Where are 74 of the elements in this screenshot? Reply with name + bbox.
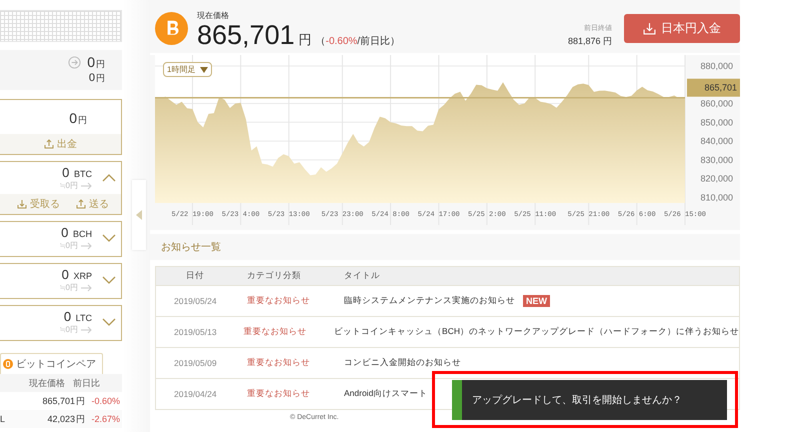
notice-row[interactable]: 2019/05/13 重要なお知らせ ビットコインキャッシュ（BCH）のネットワークアップグレード（ハードフォーク）に伴うお知らせ — [156, 316, 739, 347]
current-price-tag: 865,701 — [687, 78, 740, 97]
pair-name: L — [0, 414, 6, 424]
caret-down-icon[interactable] — [102, 276, 116, 284]
notice-title: コンビニ入金開始のお知らせ — [344, 357, 461, 369]
triangle-left-icon — [136, 210, 142, 220]
arrow-right-icon[interactable] — [81, 182, 92, 190]
dropdown-triangle-icon — [200, 66, 208, 72]
download-icon — [17, 199, 27, 209]
category-cell-text: 重要なお知らせ — [246, 388, 311, 400]
prev-close-value: 881,876 円 — [568, 35, 612, 48]
y-tick-label: 840,000 — [700, 136, 733, 146]
change-cell-text: -2.67% — [90, 414, 120, 424]
y-tick-label: 860,000 — [700, 98, 733, 109]
jpy-amount: 0 円 — [69, 110, 87, 128]
notice-title: Android向けスマート — [344, 388, 428, 400]
current-price: 865,701 — [197, 21, 295, 49]
caret-down-icon[interactable] — [102, 234, 116, 242]
pair-tab[interactable]: ビットコインペア — [0, 353, 103, 374]
category-cell-text: 重要なお知らせ — [246, 295, 311, 307]
arrow-right-icon[interactable] — [81, 326, 92, 334]
notice-row[interactable]: 2019/05/24 重要なお知らせ 臨時システムメンテナンス実施のお知らせ NEW — [156, 285, 739, 316]
column-header: カテゴリ分類 — [246, 270, 302, 282]
y-tick-label: 880,000 — [700, 61, 733, 71]
y-tick-label: 830,000 — [700, 154, 733, 165]
jpy-value: ≒0円 — [60, 324, 78, 335]
toast-notification[interactable]: アップグレードして、取引を開始しませんか？ — [452, 380, 727, 420]
asset-amount: 0 BCH — [61, 225, 92, 240]
jpy-value: ≒0円 — [60, 240, 78, 251]
balance-amount: 0 円 — [88, 72, 105, 85]
new-badge: NEW — [523, 295, 550, 307]
toast-message: アップグレードして、取引を開始しませんか？ — [472, 394, 682, 407]
column-header: 日付 — [185, 270, 205, 282]
date-cell-text: 2019/05/13 — [173, 327, 218, 337]
asset-amount: 0 XRP — [62, 267, 92, 282]
asset-amount: 0 BTC — [62, 165, 92, 180]
y-tick-label: 850,000 — [700, 117, 733, 128]
caret-down-icon[interactable] — [102, 318, 116, 326]
arrow-right-icon[interactable] — [81, 284, 92, 292]
deposit-button[interactable]: 日本円入金 — [624, 14, 740, 43]
category-cell-text: 重要なお知らせ — [242, 326, 308, 338]
category-cell-text: 重要なお知らせ — [246, 357, 311, 369]
caret-up-icon[interactable] — [102, 174, 116, 182]
column-header: 前日比 — [72, 376, 100, 390]
price-change: （-0.60%/前日比） — [316, 34, 400, 48]
upload-icon — [44, 139, 54, 149]
arrow-circle-icon[interactable] — [68, 56, 82, 69]
change-cell-text: -0.60% — [90, 396, 120, 406]
upload-icon — [76, 199, 86, 209]
date-cell-text: 2019/04/24 — [173, 389, 218, 399]
arrow-right-icon[interactable] — [81, 242, 92, 250]
notice-title: 臨時システムメンテナンス実施のお知らせ — [344, 295, 515, 307]
interval-dropdown[interactable]: 1時間足 — [163, 62, 212, 77]
balance-amount: 0 円 — [87, 54, 105, 71]
asset-amount: 0 LTC — [64, 309, 92, 324]
price-unit: 円 — [298, 31, 312, 49]
notice-row[interactable]: 2019/05/09 重要なお知らせ コンビニ入金開始のお知らせ — [156, 347, 739, 378]
column-header: 現在価格 — [28, 376, 65, 390]
date-cell-text: 2019/05/09 — [173, 358, 218, 368]
coin-icon — [3, 359, 13, 369]
y-tick-label: 820,000 — [700, 174, 733, 184]
date-cell-text: 2019/05/24 — [173, 296, 218, 306]
y-tick-label: 810,000 — [700, 192, 733, 202]
price-cell-text: 865,701 円 — [41, 394, 85, 408]
notice-title: ビットコインキャッシュ（BCH）のネットワークアップグレード（ハードフォーク）に伴うお知らせ — [334, 326, 739, 338]
bitcoin-icon — [155, 12, 188, 45]
price-cell-text: 42,023円 — [46, 412, 85, 426]
section-title: お知らせ一覧 — [150, 234, 740, 260]
jpy-value: ≒0円 — [60, 282, 78, 293]
download-icon — [643, 22, 656, 35]
jpy-value: ≒0円 — [60, 180, 78, 191]
column-header: タイトル — [344, 270, 380, 282]
collapse-tab[interactable] — [132, 180, 146, 250]
price-label: 現在価格 — [197, 10, 230, 21]
